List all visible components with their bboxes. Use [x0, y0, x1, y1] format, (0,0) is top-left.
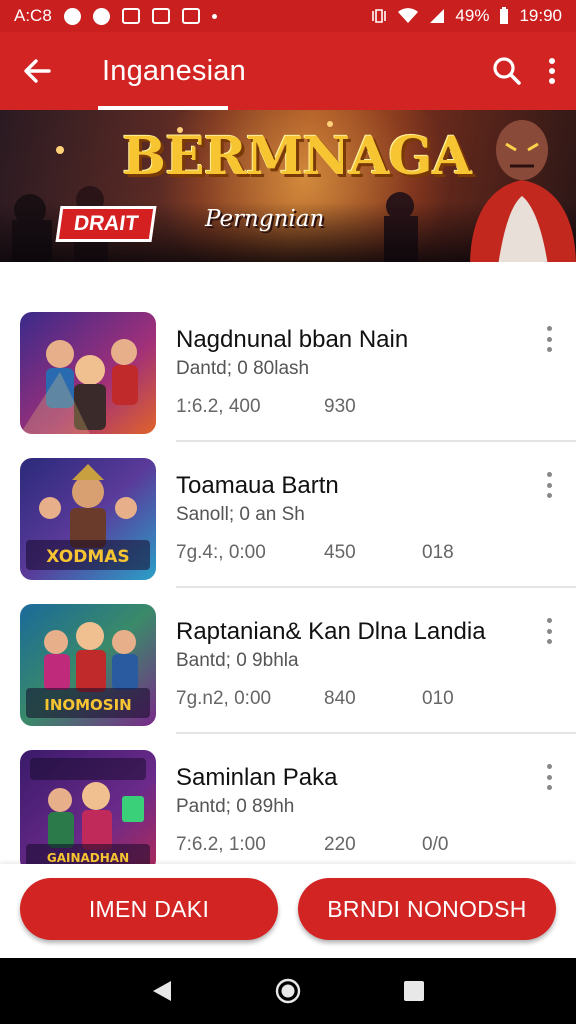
game-stat: 930: [324, 396, 356, 417]
game-stat: 1:6.2, 400: [176, 396, 261, 417]
app-bar: Inganesian: [0, 32, 576, 110]
status-left-text: A:C8: [14, 6, 52, 25]
banner-subtitle: Perngnian: [205, 206, 325, 232]
right-action-button[interactable]: BRNDI NONODSH: [298, 878, 556, 940]
game-title: Toamaua Bartn: [176, 472, 339, 499]
status-bar-left: A:C8: [14, 6, 217, 26]
game-stat: 220: [324, 834, 356, 855]
game-stat: 450: [324, 542, 356, 563]
game-stat: 7:6.2, 1:00: [176, 834, 266, 855]
notification-icon: [92, 7, 110, 25]
wifi-icon: [398, 8, 419, 23]
arrow-left-icon: [24, 59, 51, 83]
game-list: Nagdnunal bban Nain Dantd; 0 80lash 1:6.…: [0, 296, 576, 880]
list-item[interactable]: GAINADHAN Saminlan Paka Pantd; 0 89hh 7:…: [0, 734, 576, 880]
game-stat: 0/0: [422, 834, 449, 855]
more-vert-icon[interactable]: [548, 57, 556, 85]
more-vert-icon[interactable]: [544, 618, 554, 644]
banner-badge: DRAIT: [55, 206, 157, 242]
game-subtitle: Pantd; 0 89hh: [176, 796, 295, 817]
notification-icon: [181, 8, 200, 24]
game-title: Raptanian& Kan Dlna Landia: [176, 618, 486, 645]
more-vert-icon[interactable]: [544, 472, 554, 498]
bottom-action-bar: IMEN DAKI BRNDI NONODSH: [0, 864, 576, 958]
nav-home-icon[interactable]: [275, 978, 301, 1004]
game-stat: 7g.n2, 0:00: [176, 688, 272, 709]
nav-recents-icon[interactable]: [403, 980, 425, 1002]
app-bar-actions: [492, 56, 576, 86]
banner-title: BERMNAGA: [122, 126, 472, 187]
signal-icon: [430, 9, 445, 23]
left-action-button[interactable]: IMEN DAKI: [20, 878, 278, 940]
game-thumbnail: XODMAS: [20, 458, 156, 580]
game-subtitle: Dantd; 0 80lash: [176, 358, 310, 379]
battery-percent: 49%: [455, 6, 490, 25]
promo-banner[interactable]: BERMNAGA Perngnian DRAIT: [0, 110, 576, 262]
game-title: Saminlan Paka: [176, 764, 338, 791]
game-stat: 018: [422, 542, 454, 563]
system-nav-bar: [0, 958, 576, 1024]
nav-back-icon[interactable]: [151, 979, 173, 1003]
notification-icon: [121, 8, 140, 24]
status-bar-right: 49% 19:90: [371, 6, 562, 26]
page-title: Inganesian: [102, 54, 246, 87]
game-title: Nagdnunal bban Nain: [176, 326, 409, 353]
more-notifications-icon: [211, 13, 217, 19]
game-subtitle: Bantd; 0 9bhla: [176, 650, 299, 671]
mail-icon: [151, 8, 170, 24]
list-item[interactable]: XODMAS Toamaua Bartn Sanoll; 0 an Sh 7g.…: [0, 442, 576, 588]
more-vert-icon[interactable]: [544, 764, 554, 790]
clock: 19:90: [519, 6, 562, 25]
game-stat: 840: [324, 688, 356, 709]
game-stat: 7g.4:, 0:00: [176, 542, 266, 563]
battery-icon: [500, 7, 509, 24]
more-vert-icon[interactable]: [544, 326, 554, 352]
thumbnail-label: XODMAS: [46, 547, 129, 567]
search-icon[interactable]: [492, 56, 522, 86]
game-subtitle: Sanoll; 0 an Sh: [176, 504, 305, 525]
game-thumbnail: INOMOSIN: [20, 604, 156, 726]
back-button[interactable]: [0, 32, 74, 110]
list-item[interactable]: Nagdnunal bban Nain Dantd; 0 80lash 1:6.…: [0, 296, 576, 442]
thumbnail-label: GAINADHAN: [47, 851, 129, 865]
game-stat: 010: [422, 688, 454, 709]
status-bar: A:C8 49% 19:90: [0, 0, 576, 32]
list-item[interactable]: INOMOSIN Raptanian& Kan Dlna Landia Bant…: [0, 588, 576, 734]
game-thumbnail: GAINADHAN: [20, 750, 156, 872]
notification-icon: [63, 7, 81, 25]
thumbnail-label: INOMOSIN: [44, 696, 132, 714]
vibrate-icon: [372, 9, 387, 23]
game-thumbnail: [20, 312, 156, 434]
